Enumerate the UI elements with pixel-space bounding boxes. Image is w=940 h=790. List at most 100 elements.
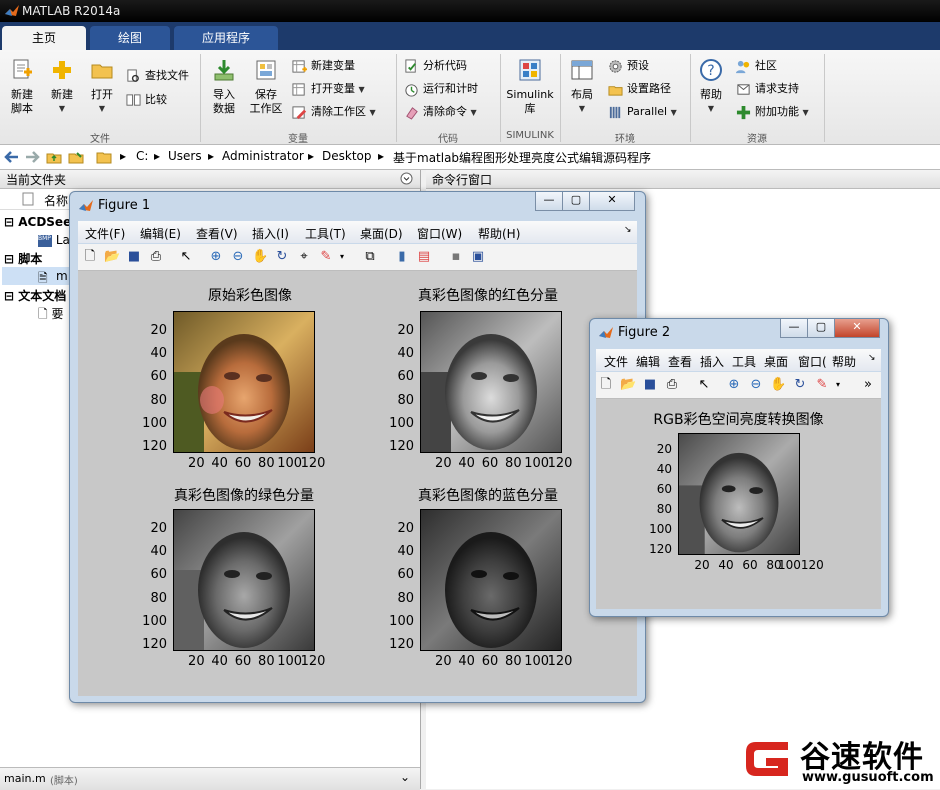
set-path-button[interactable]: 设置路径 xyxy=(608,79,671,99)
tab-plots[interactable]: 绘图 xyxy=(90,26,170,50)
breadcrumb-administrator[interactable]: Administrator xyxy=(222,149,304,163)
parallel-arrow-icon[interactable]: ▼ xyxy=(671,108,677,117)
plot-image-original[interactable] xyxy=(173,311,315,453)
new-script-button[interactable]: 新建 脚本 xyxy=(4,58,40,116)
new-dropdown-arrow-icon[interactable]: ▼ xyxy=(44,102,80,116)
forward-arrow-icon[interactable] xyxy=(24,149,40,165)
chevron-down-icon[interactable]: ⌄ xyxy=(400,770,410,784)
brush-icon[interactable]: ✎ xyxy=(318,249,334,265)
figure-1-window[interactable]: Figure 1 — ▢ ✕ 文件(F) 编辑(E) 查看(V) 插入(I) 工… xyxy=(69,191,646,703)
addons-button[interactable]: 附加功能 ▼ xyxy=(736,102,809,122)
zoom-out-icon[interactable]: ⊖ xyxy=(230,249,246,265)
menu-edit[interactable]: 编辑 xyxy=(636,353,660,370)
close-icon[interactable]: ✕ xyxy=(834,319,880,338)
help-arrow-icon[interactable]: ▼ xyxy=(694,102,728,116)
zoom-in-icon[interactable]: ⊕ xyxy=(208,249,224,265)
clear-commands-arrow-icon[interactable]: ▼ xyxy=(471,108,477,117)
pan-hand-icon[interactable]: ✋ xyxy=(252,249,268,265)
compare-button[interactable]: 比较 xyxy=(126,90,167,110)
pointer-icon[interactable]: ↖ xyxy=(178,249,194,265)
request-support-button[interactable]: 请求支持 xyxy=(736,79,799,99)
clear-workspace-arrow-icon[interactable]: ▼ xyxy=(370,108,376,117)
print-icon[interactable]: ⎙ xyxy=(664,377,680,393)
breadcrumb-desktop[interactable]: Desktop xyxy=(322,149,372,163)
browse-folder-icon[interactable] xyxy=(68,149,84,165)
breadcrumb-c[interactable]: C: xyxy=(136,149,148,163)
open-variable-arrow-icon[interactable]: ▼ xyxy=(359,85,365,94)
open-file-icon[interactable]: 📂 xyxy=(620,377,636,393)
maximize-icon[interactable]: ▢ xyxy=(807,319,835,338)
menu-insert[interactable]: 插入 xyxy=(700,353,724,370)
plot-image-luminance[interactable] xyxy=(678,433,800,555)
tree-item[interactable]: 🗋 要 xyxy=(38,305,64,326)
menu-desktop[interactable]: 桌面 xyxy=(764,353,788,370)
layout-arrow-icon[interactable]: ▼ xyxy=(564,102,600,116)
tree-item[interactable]: BMP La xyxy=(38,233,70,247)
figure-2-window[interactable]: Figure 2 — ▢ ✕ 文件 编辑 查看 插入 工具 桌面 窗口( 帮助 … xyxy=(589,318,889,617)
close-icon[interactable]: ✕ xyxy=(589,192,635,211)
menu-view[interactable]: 查看(V) xyxy=(196,225,238,242)
clear-commands-button[interactable]: 清除命令 ▼ xyxy=(404,102,477,122)
pointer-icon[interactable]: ↖ xyxy=(696,377,712,393)
dock-arrow-icon[interactable]: ↘ xyxy=(624,225,632,235)
addons-arrow-icon[interactable]: ▼ xyxy=(803,108,809,117)
rotate-icon[interactable]: ↻ xyxy=(792,377,808,393)
print-icon[interactable]: ⎙ xyxy=(148,249,164,265)
open-button[interactable]: 打开 ▼ xyxy=(84,58,120,116)
menu-view[interactable]: 查看 xyxy=(668,353,692,370)
details-bar[interactable]: main.m (脚本) ⌄ xyxy=(0,767,420,790)
tree-group-acdsee[interactable]: ⊟ ACDSee xyxy=(4,215,71,229)
open-dropdown-arrow-icon[interactable]: ▼ xyxy=(84,102,120,116)
tab-apps[interactable]: 应用程序 xyxy=(174,26,278,50)
brush-dropdown-arrow-icon[interactable]: ▾ xyxy=(334,249,350,265)
plot-image-blue[interactable] xyxy=(420,509,562,651)
preferences-button[interactable]: 预设 xyxy=(608,56,649,76)
rotate-icon[interactable]: ↻ xyxy=(274,249,290,265)
colorbar-icon[interactable]: ▮ xyxy=(394,249,410,265)
up-folder-icon[interactable] xyxy=(46,149,62,165)
import-data-button[interactable]: 导入 数据 xyxy=(206,58,242,116)
open-file-icon[interactable]: 📂 xyxy=(104,249,120,265)
community-button[interactable]: 社区 xyxy=(736,56,777,76)
menu-help[interactable]: 帮助 xyxy=(832,353,856,370)
help-button[interactable]: ? 帮助 ▼ xyxy=(694,58,728,116)
menu-file[interactable]: 文件(F) xyxy=(85,225,125,242)
parallel-button[interactable]: Parallel ▼ xyxy=(608,102,677,122)
run-and-time-button[interactable]: 运行和计时 xyxy=(404,79,478,99)
zoom-out-icon[interactable]: ⊖ xyxy=(748,377,764,393)
new-variable-button[interactable]: 新建变量 xyxy=(292,56,355,76)
menu-window[interactable]: 窗口(W) xyxy=(417,225,462,242)
minimize-icon[interactable]: — xyxy=(780,319,808,338)
tree-group-scripts[interactable]: ⊟ 脚本 xyxy=(4,250,42,267)
clear-workspace-button[interactable]: 清除工作区 ▼ xyxy=(292,102,376,122)
data-cursor-icon[interactable]: ⌖ xyxy=(296,249,312,265)
menu-window[interactable]: 窗口( xyxy=(798,353,827,370)
analyze-code-button[interactable]: 分析代码 xyxy=(404,56,467,76)
menu-file[interactable]: 文件 xyxy=(604,353,628,370)
save-icon[interactable]: ■ xyxy=(642,377,658,393)
show-plot-tools-icon[interactable]: ▣ xyxy=(470,249,486,265)
breadcrumb-users[interactable]: Users xyxy=(168,149,202,163)
pan-hand-icon[interactable]: ✋ xyxy=(770,377,786,393)
new-figure-icon[interactable]: 🗋 xyxy=(598,377,614,393)
link-plot-icon[interactable]: ⧉ xyxy=(362,249,378,265)
menu-help[interactable]: 帮助(H) xyxy=(478,225,520,242)
minimize-icon[interactable]: — xyxy=(535,192,563,211)
dock-arrow-icon[interactable]: ↘ xyxy=(868,353,876,363)
save-workspace-button[interactable]: 保存 工作区 xyxy=(246,58,286,116)
maximize-icon[interactable]: ▢ xyxy=(562,192,590,211)
brush-dropdown-arrow-icon[interactable]: ▾ xyxy=(830,377,846,393)
menu-tools[interactable]: 工具 xyxy=(732,353,756,370)
back-arrow-icon[interactable] xyxy=(4,149,20,165)
brush-icon[interactable]: ✎ xyxy=(814,377,830,393)
breadcrumb-project-folder[interactable]: 基于matlab编程图形处理亮度公式编辑源码程序 xyxy=(393,149,651,166)
more-tools-icon[interactable]: » xyxy=(860,377,876,393)
save-icon[interactable]: ■ xyxy=(126,249,142,265)
hide-plot-tools-icon[interactable]: ▪ xyxy=(448,249,464,265)
legend-icon[interactable]: ▤ xyxy=(416,249,432,265)
menu-insert[interactable]: 插入(I) xyxy=(252,225,289,242)
menu-edit[interactable]: 编辑(E) xyxy=(140,225,181,242)
tab-home[interactable]: 主页 xyxy=(2,26,86,50)
panel-menu-icon[interactable] xyxy=(400,172,413,185)
zoom-in-icon[interactable]: ⊕ xyxy=(726,377,742,393)
